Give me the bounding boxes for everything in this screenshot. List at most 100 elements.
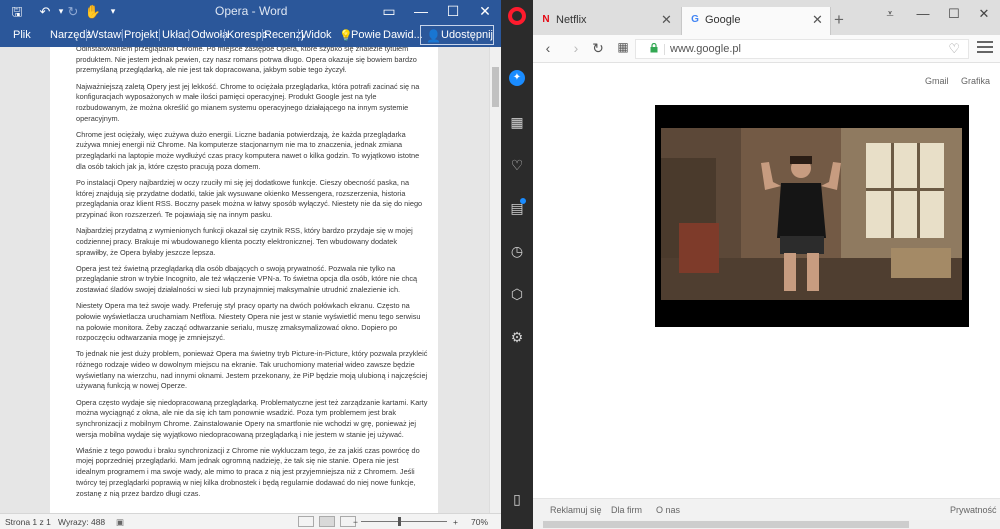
tab-separator — [188, 29, 189, 41]
customize-toolbar-icon[interactable]: ▾ — [104, 3, 122, 20]
redo-icon[interactable]: ↻ — [64, 3, 82, 20]
ribbon-options-icon[interactable]: ▭ — [373, 0, 405, 23]
reload-icon[interactable]: ↻ — [589, 40, 607, 57]
minimize-icon[interactable]: — — [913, 6, 933, 21]
tab-design[interactable]: Projekt — [124, 29, 158, 41]
video-frame[interactable] — [661, 128, 962, 300]
menu-line — [977, 41, 993, 43]
tab-view[interactable]: Widok — [301, 29, 332, 41]
tab-references[interactable]: Odwoła — [191, 29, 228, 41]
tab-netflix[interactable]: N Netflix ✕ — [533, 7, 681, 35]
word-count[interactable]: Wyrazy: 488 — [58, 517, 105, 527]
horizontal-scrollbar[interactable] — [533, 520, 1000, 529]
proofing-icon[interactable]: ▣ — [116, 517, 124, 528]
menu-line — [977, 46, 993, 48]
tab-insert[interactable]: Wstawi — [88, 29, 123, 41]
document-area[interactable]: Odinstalowaniem przeglądarki Chrome. Po … — [0, 47, 501, 513]
close-tab-icon[interactable]: ✕ — [661, 12, 672, 28]
history-clock-icon[interactable]: ◷ — [509, 243, 525, 259]
extensions-cube-icon[interactable]: ⬡ — [509, 286, 525, 302]
new-tab-icon[interactable]: + — [834, 10, 844, 30]
video-scene — [661, 128, 962, 300]
bookmarks-heart-icon[interactable]: ♡ — [509, 157, 525, 173]
document-page[interactable]: Odinstalowaniem przeglądarki Chrome. Po … — [50, 47, 438, 513]
google-icon: G — [691, 14, 699, 25]
close-icon[interactable]: ✕ — [469, 0, 501, 23]
paragraph: Właśnie z tego powodu i braku synchroniz… — [76, 445, 420, 498]
netflix-icon: N — [542, 14, 550, 25]
footer-business-link[interactable]: Dla firm — [611, 505, 642, 515]
paragraph: Chrome jest ociężały, więc zużywa dużo e… — [76, 129, 420, 171]
close-tab-icon[interactable]: ✕ — [812, 12, 823, 28]
user-name[interactable]: Dawid... — [383, 29, 423, 41]
tab-label: Google — [705, 14, 741, 26]
paragraph: Najważniejszą zaletą Opery jest jej lekk… — [76, 81, 420, 123]
vertical-scrollbar[interactable] — [489, 47, 501, 513]
tell-me-search[interactable]: Powie — [351, 29, 381, 41]
bookmark-heart-icon[interactable]: ♡ — [948, 40, 960, 58]
tab-strip: N Netflix ✕ G Google ✕ + ⩡ — ☐ ✕ — [533, 0, 1000, 35]
speed-dial-icon[interactable]: ▦ — [509, 114, 525, 130]
google-footer: Reklamuj się Dla firm O nas Prywatność — [533, 498, 1000, 520]
word-window: 🖫 ↶ ▾ ↻ ✋ ▾ Opera - Word ▭ — ☐ ✕ Plik Na… — [0, 0, 501, 529]
share-button[interactable]: 👤 Udostępnij — [420, 25, 494, 45]
opera-sidebar: ✦ ▦ ♡ ▤ ◷ ⬡ ⚙ ▯ — [501, 0, 533, 529]
tab-separator — [224, 29, 225, 41]
tab-separator — [122, 29, 123, 41]
person-icon: 👤 — [426, 29, 441, 43]
close-icon[interactable]: ✕ — [974, 6, 994, 22]
url-text: www.google.pl — [670, 43, 741, 55]
tab-file[interactable]: Plik — [13, 29, 31, 41]
tab-separator — [298, 29, 299, 41]
paragraph: Opera jest też świetną przeglądarką dla … — [76, 263, 418, 295]
back-icon[interactable]: ‹ — [539, 40, 557, 56]
toggle-sidebar-icon[interactable]: ▯ — [509, 491, 525, 507]
tab-separator — [86, 29, 87, 41]
opera-logo-icon[interactable] — [508, 7, 526, 25]
window-title: Opera - Word — [215, 4, 288, 18]
save-icon[interactable]: 🖫 — [8, 3, 26, 20]
tiles-icon[interactable]: ▦ — [614, 40, 632, 54]
paragraph: Po instalacji Opery najbardziej w oczy r… — [76, 177, 423, 220]
paragraph: Opera często wydaje się niedopracowaną p… — [76, 397, 428, 439]
tab-layout[interactable]: Układ — [162, 29, 190, 41]
ribbon-tabs: Plik Narzędz Wstawi Projekt Układ Odwoła… — [0, 23, 501, 47]
forward-icon[interactable]: › — [567, 40, 585, 56]
touch-mode-icon[interactable]: ✋ — [84, 3, 102, 20]
print-layout-icon[interactable] — [319, 516, 335, 527]
zoom-level[interactable]: 70% — [471, 517, 488, 527]
scroll-thumb[interactable] — [543, 521, 909, 528]
picture-in-picture-window[interactable] — [655, 105, 969, 327]
opera-browser-window: N Netflix ✕ G Google ✕ + ⩡ — ☐ ✕ ‹ › ↻ ▦… — [533, 0, 1000, 529]
minimize-icon[interactable]: — — [405, 0, 437, 23]
tab-separator — [262, 29, 263, 41]
tab-home[interactable]: Narzędz — [50, 29, 91, 41]
gmail-link[interactable]: Gmail — [925, 76, 949, 86]
maximize-icon[interactable]: ☐ — [437, 0, 469, 23]
zoom-in-icon[interactable]: + — [453, 517, 458, 527]
paragraph: Niestety Opera ma też swoje wady. Prefer… — [76, 301, 421, 343]
maximize-icon[interactable]: ☐ — [944, 6, 964, 22]
easy-setup-menu-icon[interactable] — [977, 41, 993, 57]
url-separator — [664, 44, 665, 55]
read-mode-icon[interactable] — [298, 516, 314, 527]
footer-privacy-link[interactable]: Prywatność — [950, 505, 997, 515]
tab-menu-icon[interactable]: ⩡ — [880, 6, 900, 22]
zoom-slider[interactable] — [361, 521, 447, 522]
images-link[interactable]: Grafika — [961, 76, 990, 86]
scroll-thumb[interactable] — [492, 67, 499, 107]
page-count[interactable]: Strona 1 z 1 — [5, 517, 51, 527]
settings-gear-icon[interactable]: ⚙ — [509, 329, 525, 345]
word-title-bar: 🖫 ↶ ▾ ↻ ✋ ▾ Opera - Word ▭ — ☐ ✕ — [0, 0, 501, 23]
zoom-out-icon[interactable]: − — [353, 517, 358, 527]
notification-dot — [520, 198, 526, 204]
menu-line — [977, 51, 993, 53]
tab-label: Netflix — [556, 14, 587, 26]
paragraph: Najbardziej przydatną z wymienionych fun… — [76, 226, 413, 257]
url-field[interactable]: www.google.pl ♡ — [635, 39, 969, 59]
footer-advertising-link[interactable]: Reklamuj się — [550, 505, 602, 515]
tab-google[interactable]: G Google ✕ — [681, 7, 831, 35]
footer-about-link[interactable]: O nas — [656, 505, 680, 515]
messenger-icon[interactable]: ✦ — [509, 70, 525, 86]
zoom-slider-knob[interactable] — [398, 517, 401, 526]
